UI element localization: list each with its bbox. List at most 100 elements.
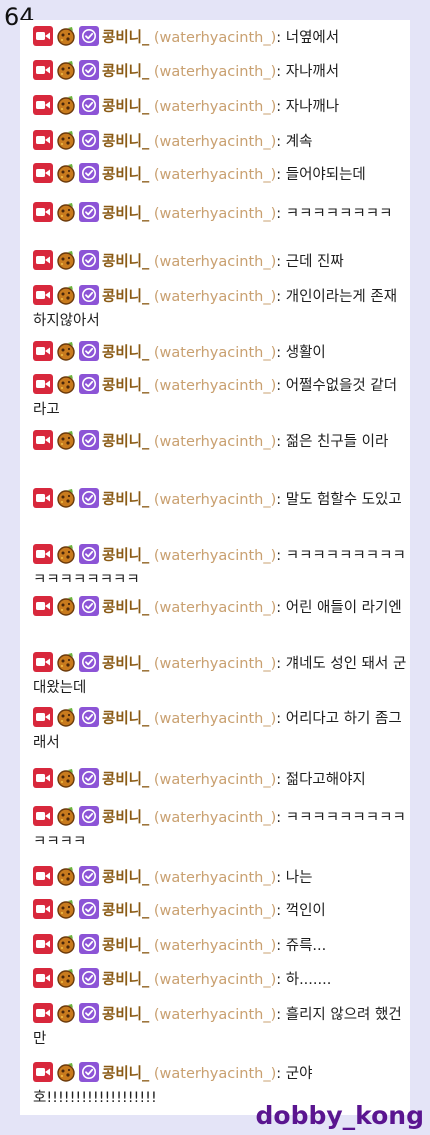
separator: :: [276, 289, 282, 305]
video-camera-icon: [33, 250, 53, 270]
verified-check-icon: [79, 374, 99, 394]
verified-check-icon: [79, 866, 99, 886]
message-text: 젊은 친구들 이라: [285, 434, 389, 450]
verified-check-icon: [79, 707, 99, 727]
cookie-icon: [56, 596, 76, 616]
user-login: (waterhyacinth_): [153, 99, 277, 115]
cookie-icon: [56, 26, 76, 46]
message-text: 들어야되는데: [285, 167, 366, 183]
user-login: (waterhyacinth_): [153, 772, 277, 788]
verified-check-icon: [79, 806, 99, 826]
username[interactable]: 콩비니_: [102, 99, 149, 115]
username[interactable]: 콩비니_: [102, 30, 149, 46]
video-camera-icon: [33, 341, 53, 361]
username[interactable]: 콩비니_: [102, 938, 149, 954]
chat-message: 콩비니_ (waterhyacinth_): 생활이: [33, 341, 407, 365]
user-login: (waterhyacinth_): [153, 938, 277, 954]
chat-message: 콩비니_ (waterhyacinth_): ㅋㅋㅋㅋㅋㅋㅋㅋ: [33, 202, 407, 226]
username[interactable]: 콩비니_: [102, 345, 149, 361]
username[interactable]: 콩비니_: [102, 254, 149, 270]
verified-check-icon: [79, 163, 99, 183]
username[interactable]: 콩비니_: [102, 972, 149, 988]
verified-check-icon: [79, 60, 99, 80]
message-text: 생활이: [285, 345, 326, 361]
video-camera-icon: [33, 285, 53, 305]
cookie-icon: [56, 374, 76, 394]
verified-check-icon: [79, 768, 99, 788]
username[interactable]: 콩비니_: [102, 1066, 149, 1082]
separator: :: [276, 600, 282, 616]
chat-message: 콩비니_ (waterhyacinth_): 꺽인이: [33, 899, 407, 923]
chat-message: 콩비니_ (waterhyacinth_): 계속: [33, 130, 407, 154]
separator: :: [276, 99, 282, 115]
cookie-icon: [56, 899, 76, 919]
username[interactable]: 콩비니_: [102, 810, 149, 826]
cookie-icon: [56, 806, 76, 826]
video-camera-icon: [33, 1003, 53, 1023]
user-login: (waterhyacinth_): [153, 30, 277, 46]
verified-check-icon: [79, 544, 99, 564]
verified-check-icon: [79, 968, 99, 988]
separator: :: [276, 134, 282, 150]
username[interactable]: 콩비니_: [102, 64, 149, 80]
video-camera-icon: [33, 488, 53, 508]
separator: :: [276, 492, 282, 508]
chat-message: 콩비니_ (waterhyacinth_): 자나깨나: [33, 95, 407, 119]
chat-message: 콩비니_ (waterhyacinth_): 어쩔수없을것 같더라고: [33, 374, 407, 422]
chat-message: 콩비니_ (waterhyacinth_): 너옆에서: [33, 26, 407, 50]
user-login: (waterhyacinth_): [153, 134, 277, 150]
username[interactable]: 콩비니_: [102, 711, 149, 727]
video-camera-icon: [33, 26, 53, 46]
cookie-icon: [56, 768, 76, 788]
username[interactable]: 콩비니_: [102, 903, 149, 919]
separator: :: [276, 548, 282, 564]
message-text: 하.......: [285, 972, 332, 988]
chat-message: 콩비니_ (waterhyacinth_): 흘리지 않으려 했건만: [33, 1003, 407, 1051]
separator: :: [276, 64, 282, 80]
chat-message: 콩비니_ (waterhyacinth_): 근데 진짜: [33, 250, 407, 274]
verified-check-icon: [79, 1062, 99, 1082]
cookie-icon: [56, 1003, 76, 1023]
chat-message: 콩비니_ (waterhyacinth_): 젊은 친구들 이라: [33, 430, 407, 454]
watermark: dobby_kong: [255, 1101, 424, 1130]
video-camera-icon: [33, 544, 53, 564]
username[interactable]: 콩비니_: [102, 492, 149, 508]
verified-check-icon: [79, 130, 99, 150]
username[interactable]: 콩비니_: [102, 870, 149, 886]
chat-message: 콩비니_ (waterhyacinth_): 말도 험할수 도있고: [33, 488, 407, 512]
username[interactable]: 콩비니_: [102, 1007, 149, 1023]
username[interactable]: 콩비니_: [102, 434, 149, 450]
username[interactable]: 콩비니_: [102, 378, 149, 394]
video-camera-icon: [33, 866, 53, 886]
user-login: (waterhyacinth_): [153, 289, 277, 305]
message-text: 꺽인이: [285, 903, 326, 919]
video-camera-icon: [33, 95, 53, 115]
verified-check-icon: [79, 652, 99, 672]
video-camera-icon: [33, 899, 53, 919]
username[interactable]: 콩비니_: [102, 656, 149, 672]
username[interactable]: 콩비니_: [102, 548, 149, 564]
video-camera-icon: [33, 596, 53, 616]
separator: :: [276, 378, 282, 394]
user-login: (waterhyacinth_): [153, 345, 277, 361]
chat-message: 콩비니_ (waterhyacinth_): 어리다고 하기 좀그래서: [33, 707, 407, 755]
verified-check-icon: [79, 488, 99, 508]
message-text: 어린 애들이 라기엔: [285, 600, 402, 616]
separator: :: [276, 254, 282, 270]
verified-check-icon: [79, 202, 99, 222]
username[interactable]: 콩비니_: [102, 289, 149, 305]
user-login: (waterhyacinth_): [153, 548, 277, 564]
message-text: 나는: [285, 870, 313, 886]
verified-check-icon: [79, 285, 99, 305]
username[interactable]: 콩비니_: [102, 600, 149, 616]
username[interactable]: 콩비니_: [102, 772, 149, 788]
username[interactable]: 콩비니_: [102, 167, 149, 183]
video-camera-icon: [33, 1062, 53, 1082]
video-camera-icon: [33, 652, 53, 672]
chat-message: 콩비니_ (waterhyacinth_): 자나깨서: [33, 60, 407, 84]
user-login: (waterhyacinth_): [153, 600, 277, 616]
username[interactable]: 콩비니_: [102, 134, 149, 150]
separator: :: [276, 345, 282, 361]
username[interactable]: 콩비니_: [102, 206, 149, 222]
message-text: 쥬륵...: [285, 938, 327, 954]
